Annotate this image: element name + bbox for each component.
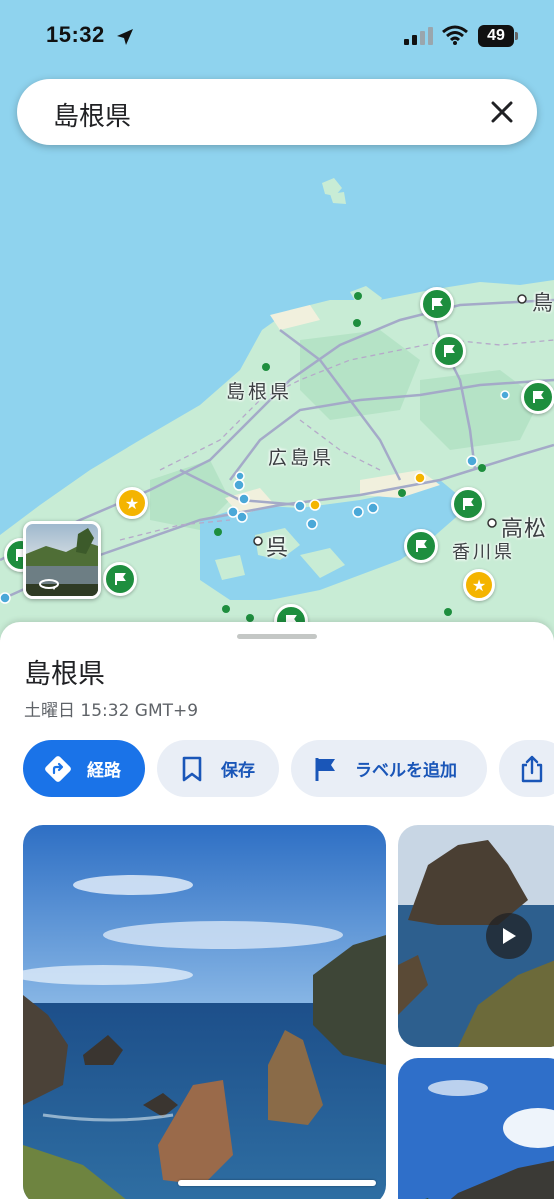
- map-star-pin[interactable]: ★: [116, 487, 148, 519]
- map-flag-pin[interactable]: [103, 562, 137, 596]
- map-flag-pin[interactable]: [521, 380, 554, 414]
- add-label-button[interactable]: ラベルを追加: [291, 740, 487, 797]
- action-chips: 経路 保存 ラベルを追加: [23, 740, 554, 797]
- street-view-image: [26, 528, 98, 596]
- directions-button[interactable]: 経路: [23, 740, 145, 797]
- close-icon: [491, 101, 513, 123]
- star-icon: ★: [124, 493, 140, 513]
- share-button[interactable]: [499, 740, 554, 797]
- flag-icon: [463, 498, 474, 510]
- directions-label: 経路: [87, 761, 121, 781]
- map-label-shimane[interactable]: 島根県: [226, 377, 292, 404]
- map-star-pin[interactable]: ★: [463, 569, 495, 601]
- place-photo-main[interactable]: [23, 825, 386, 1199]
- street-view-thumbnail[interactable]: [23, 521, 101, 599]
- map-flag-pin[interactable]: [420, 287, 454, 321]
- place-bottom-sheet[interactable]: 島根県 土曜日 15:32 GMT+9 経路 保存 ラベルを追加: [0, 622, 554, 1199]
- search-input[interactable]: 島根県: [53, 96, 131, 133]
- share-icon: [517, 754, 547, 784]
- coastal-rocks-photo: [23, 825, 386, 1199]
- place-video-thumbnail[interactable]: [398, 825, 554, 1047]
- status-bar: 15:32 49: [0, 0, 554, 72]
- wifi-icon: [442, 25, 468, 45]
- place-photo-secondary[interactable]: [398, 1058, 554, 1199]
- flag-icon: [311, 754, 341, 784]
- map-label-kagawa[interactable]: 香川県: [452, 538, 515, 564]
- play-button[interactable]: [486, 913, 532, 959]
- drag-handle[interactable]: [237, 634, 317, 639]
- map-label-kure[interactable]: 呉: [266, 530, 291, 562]
- clear-search-button[interactable]: [487, 97, 517, 127]
- map-flag-pin[interactable]: [404, 529, 438, 563]
- home-indicator[interactable]: [178, 1180, 376, 1186]
- play-icon: [503, 928, 516, 944]
- shrine-sky-photo: [398, 1058, 554, 1199]
- battery-icon: 49: [478, 25, 514, 47]
- map-label-tottori[interactable]: 鳥: [532, 287, 554, 317]
- search-bar[interactable]: 島根県: [17, 79, 537, 145]
- bookmark-icon: [177, 754, 207, 784]
- cellular-signal-icon: [404, 27, 433, 45]
- map-flag-pin[interactable]: [451, 487, 485, 521]
- flag-icon: [115, 573, 126, 585]
- place-local-time: 土曜日 15:32 GMT+9: [24, 701, 199, 721]
- status-time: 15:32: [46, 22, 105, 47]
- map-label-hiroshima[interactable]: 広島県: [268, 443, 334, 470]
- place-title: 島根県: [24, 659, 105, 690]
- save-label: 保存: [221, 761, 255, 781]
- location-arrow-icon: [117, 29, 133, 45]
- add-label-label: ラベルを追加: [355, 761, 457, 781]
- flag-icon: [416, 540, 427, 552]
- map-flag-pin[interactable]: [432, 334, 466, 368]
- directions-icon: [43, 754, 73, 784]
- star-icon: ★: [471, 575, 487, 595]
- rotate-360-icon: [39, 579, 59, 590]
- map-view[interactable]: 島根県 広島県 呉 高松 香川県 鳥 ★ ★ 15:32 49 島根県: [0, 0, 554, 640]
- flag-icon: [533, 391, 544, 403]
- flag-icon: [432, 298, 443, 310]
- flag-icon: [444, 345, 455, 357]
- battery-cap: [515, 32, 518, 40]
- save-button[interactable]: 保存: [157, 740, 279, 797]
